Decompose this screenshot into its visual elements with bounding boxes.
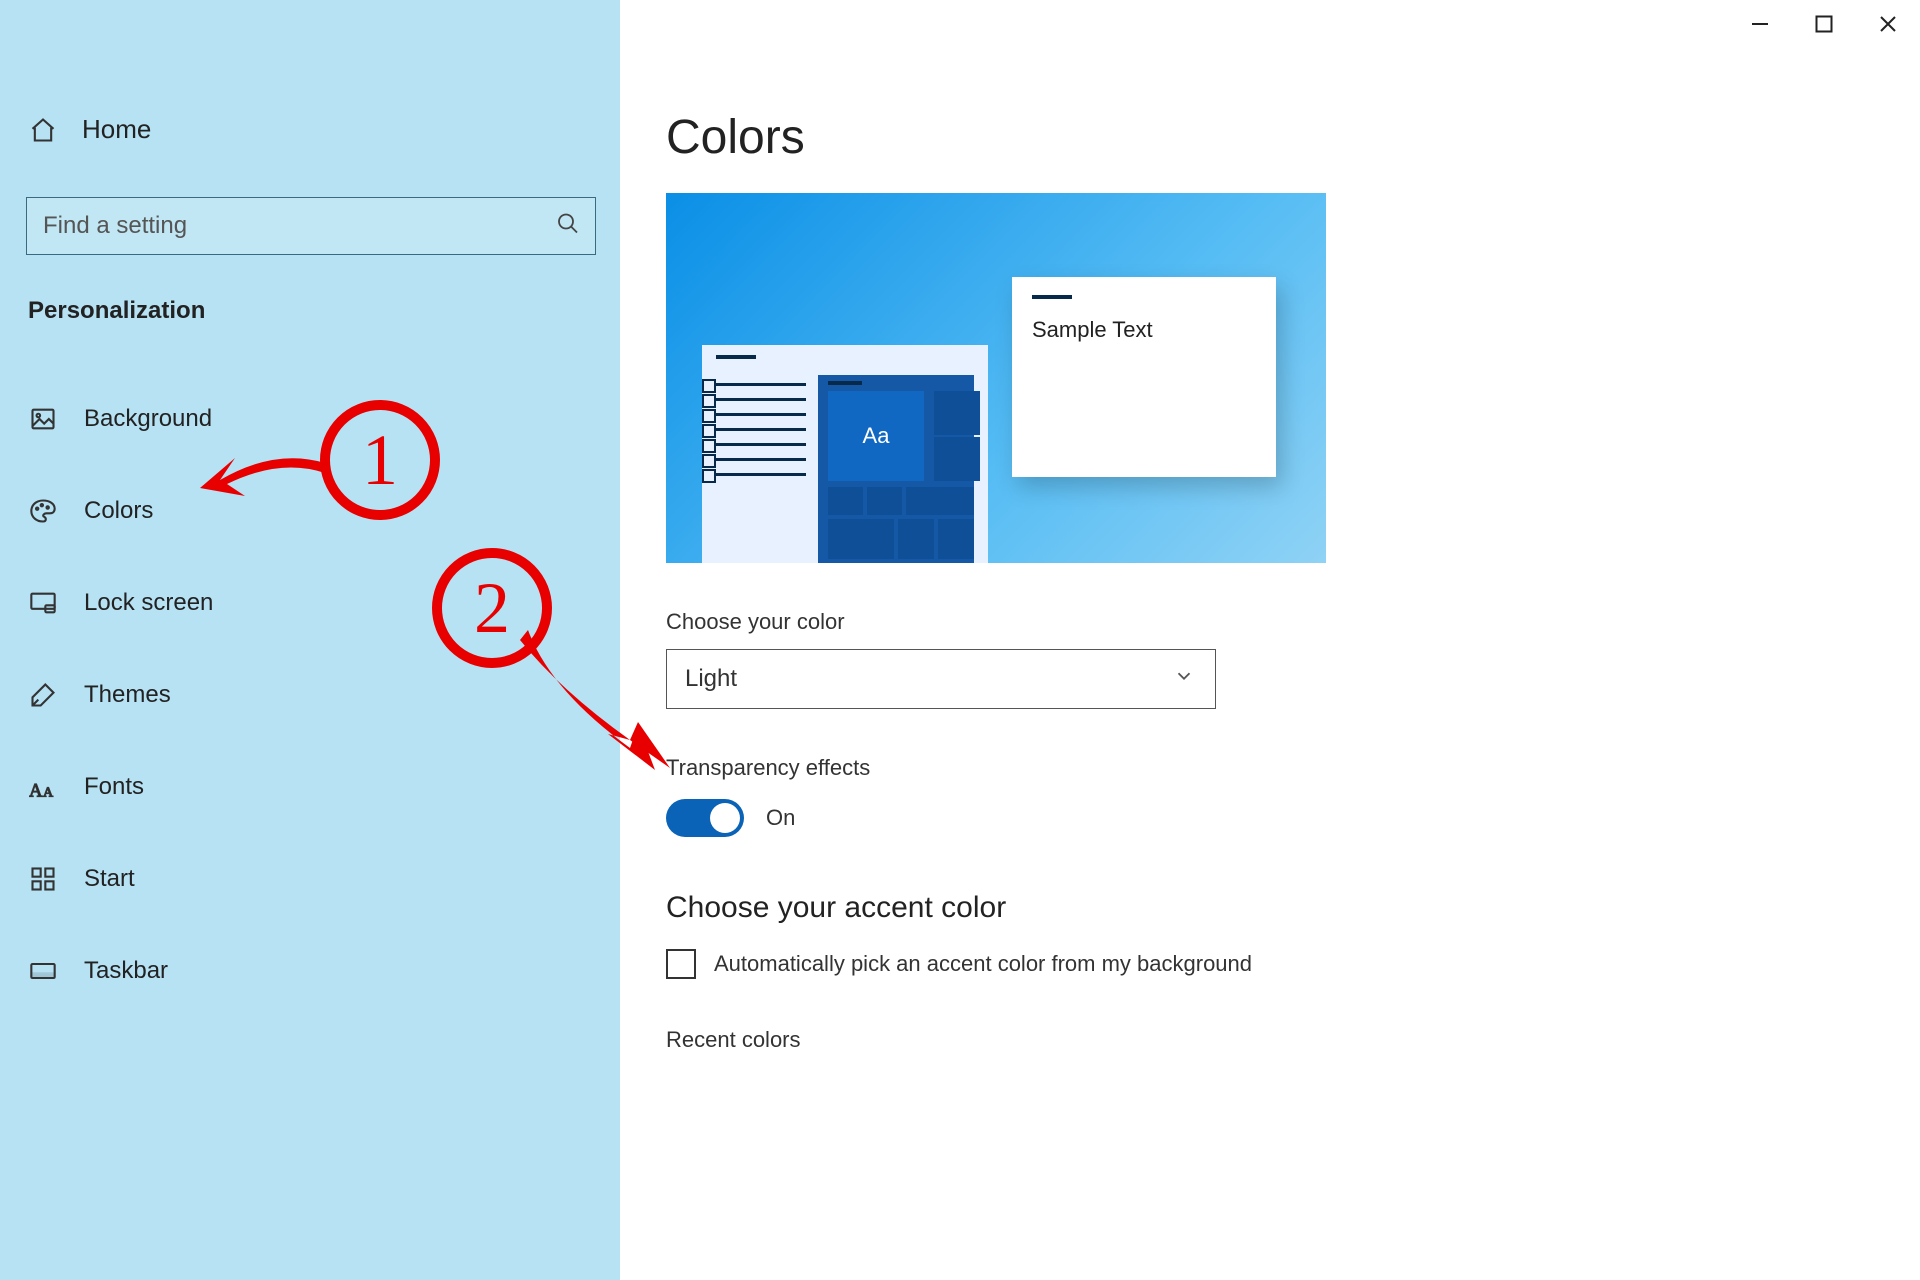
choose-color-label: Choose your color: [666, 609, 1860, 635]
color-preview: Aa Sample Text: [666, 193, 1326, 563]
transparency-state: On: [766, 805, 795, 831]
transparency-toggle[interactable]: [666, 799, 744, 837]
monitor-icon: [28, 588, 58, 618]
search-input[interactable]: [26, 197, 596, 255]
sidebar-item-label: Start: [84, 865, 135, 893]
content-area: Colors Aa Sample Text Choose your c: [620, 0, 1920, 1280]
font-icon: AA: [28, 772, 58, 802]
accent-heading: Choose your accent color: [666, 891, 1860, 925]
auto-accent-checkbox[interactable]: [666, 949, 696, 979]
transparency-label: Transparency effects: [666, 755, 1860, 781]
preview-sample-text: Sample Text: [1032, 317, 1256, 343]
sidebar-item-colors[interactable]: Colors: [0, 465, 620, 557]
taskbar-icon: [28, 956, 58, 986]
auto-accent-row[interactable]: Automatically pick an accent color from …: [666, 949, 1860, 979]
svg-text:A: A: [29, 780, 43, 801]
chevron-down-icon: [1173, 665, 1195, 694]
choose-color-select[interactable]: Light: [666, 649, 1216, 709]
sidebar: Home Personalization Background Colors L…: [0, 0, 620, 1280]
brush-icon: [28, 680, 58, 710]
sidebar-item-fonts[interactable]: AA Fonts: [0, 741, 620, 833]
sidebar-item-label: Colors: [84, 497, 153, 525]
sidebar-item-label: Themes: [84, 681, 171, 709]
home-icon: [28, 115, 58, 145]
sidebar-item-lockscreen[interactable]: Lock screen: [0, 557, 620, 649]
page-title: Colors: [666, 110, 1860, 165]
grid-icon: [28, 864, 58, 894]
auto-accent-label: Automatically pick an accent color from …: [714, 951, 1252, 977]
palette-icon: [28, 496, 58, 526]
preview-start-window: Aa: [702, 345, 988, 563]
sidebar-home[interactable]: Home: [0, 90, 620, 169]
image-icon: [28, 404, 58, 434]
sidebar-item-background[interactable]: Background: [0, 373, 620, 465]
preview-sample-card: Sample Text: [1012, 277, 1276, 477]
sidebar-item-start[interactable]: Start: [0, 833, 620, 925]
choose-color-value: Light: [685, 665, 737, 693]
sidebar-item-themes[interactable]: Themes: [0, 649, 620, 741]
sidebar-item-label: Taskbar: [84, 957, 168, 985]
sidebar-item-taskbar[interactable]: Taskbar: [0, 925, 620, 1017]
sidebar-section-label: Personalization: [0, 255, 620, 335]
sidebar-item-label: Lock screen: [84, 589, 213, 617]
sidebar-item-label: Fonts: [84, 773, 144, 801]
sidebar-home-label: Home: [82, 114, 151, 145]
search-icon: [556, 212, 580, 241]
sidebar-item-label: Background: [84, 405, 212, 433]
recent-colors-label: Recent colors: [666, 1027, 1860, 1053]
preview-tile-aa: Aa: [828, 391, 924, 481]
svg-text:A: A: [43, 785, 54, 800]
